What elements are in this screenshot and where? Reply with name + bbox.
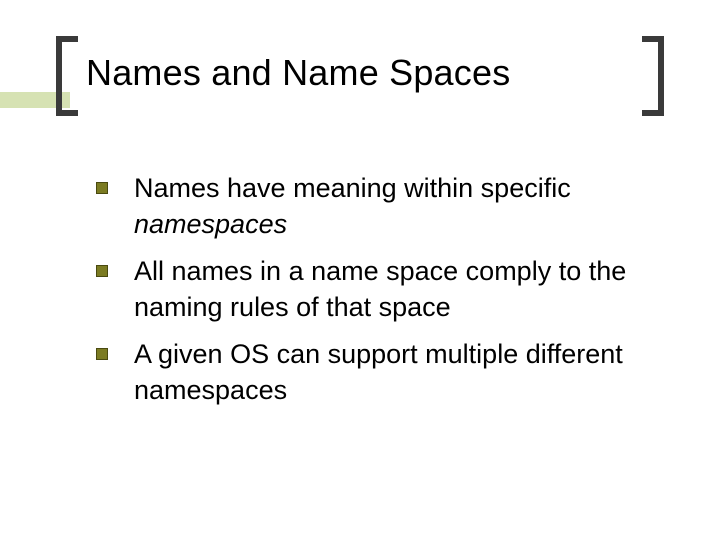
bullet-text: A given OS can support multiple differen… xyxy=(134,336,660,409)
bullet-text-plain: Names have meaning within specific xyxy=(134,173,571,203)
title-bracket-right xyxy=(642,36,664,116)
square-bullet-icon xyxy=(96,265,108,277)
slide-title: Names and Name Spaces xyxy=(86,52,510,94)
bullet-text-plain: A given OS can support multiple differen… xyxy=(134,339,623,405)
title-bracket-left xyxy=(56,36,78,116)
bullet-text: All names in a name space comply to the … xyxy=(134,253,660,326)
list-item: A given OS can support multiple differen… xyxy=(96,336,660,409)
square-bullet-icon xyxy=(96,182,108,194)
list-item: All names in a name space comply to the … xyxy=(96,253,660,326)
bullet-text: Names have meaning within specific names… xyxy=(134,170,660,243)
slide: Names and Name Spaces Names have meaning… xyxy=(0,0,720,540)
list-item: Names have meaning within specific names… xyxy=(96,170,660,243)
square-bullet-icon xyxy=(96,348,108,360)
slide-body: Names have meaning within specific names… xyxy=(96,170,660,419)
bullet-text-plain: All names in a name space comply to the … xyxy=(134,256,626,322)
bullet-text-italic: namespaces xyxy=(134,209,287,239)
